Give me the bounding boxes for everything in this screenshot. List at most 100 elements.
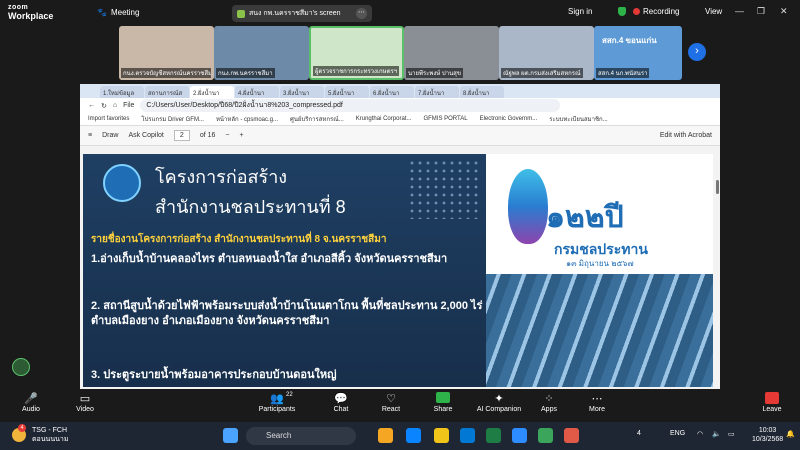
zoom-logo-bottom: Workplace (8, 11, 54, 21)
file-explorer-icon[interactable] (378, 428, 393, 443)
zoom-in-icon[interactable]: + (240, 132, 244, 139)
leave-button[interactable]: Leave (756, 392, 788, 413)
browser-tab-active[interactable]: 2.ฝั่งน้ำนา (190, 86, 234, 98)
participant-tile[interactable]: นายพีระพงษ์ ปานสุข (404, 26, 499, 80)
wifi-icon[interactable]: ◠ (697, 430, 703, 438)
favorite-link[interactable]: โปรแกรม Driver GFM... (141, 114, 204, 124)
more-options-icon[interactable]: ⋯ (356, 8, 367, 19)
shared-screen-pill[interactable]: สนง กพ.นครราชสีมา's screen ⋯ (232, 5, 372, 22)
chrome-icon[interactable] (564, 428, 579, 443)
url-field[interactable]: C:/Users/User/Desktop/ปี68/ปี2ฝั่งน้ำนา8… (140, 99, 561, 112)
annotate-pen-icon[interactable] (12, 358, 30, 376)
anniversary-date: ๑๓ มิถุนายน ๒๕๖๗ (566, 259, 634, 268)
favorite-link[interactable]: ศูนย์บริการสหกรณ์... (290, 114, 344, 124)
back-icon[interactable]: ← (88, 102, 95, 109)
ai-companion-label: AI Companion (476, 406, 522, 413)
audio-button[interactable]: 🎤 Audio (6, 392, 56, 413)
browser-tab[interactable]: 8.ฝั่งน้ำนา (460, 86, 504, 98)
home-icon[interactable]: ⌂ (113, 102, 117, 109)
language-indicator[interactable]: ENG (670, 430, 685, 437)
record-dot-icon (633, 8, 640, 15)
shield-icon (618, 7, 626, 16)
view-menu[interactable]: View (705, 7, 722, 16)
participant-tile[interactable]: สสก.4 ขอนแก่น สสก.4 นก.พนัสนรา (594, 26, 682, 80)
sparkle-icon: ✦ (494, 393, 504, 405)
slide-logo-panel: ๑๒๒ปี กรมชลประทาน ๑๓ มิถุนายน ๒๕๖๗ (486, 154, 713, 387)
volume-icon[interactable]: 🔈 (712, 430, 721, 438)
video-button[interactable]: ▭ Video (60, 392, 110, 413)
slide-content-panel: โครงการก่อสร้าง สำนักงานชลประทานที่ 8 รา… (83, 154, 486, 387)
recording-indicator[interactable]: Recording (618, 7, 679, 16)
zoom-app-icon[interactable] (512, 428, 527, 443)
taskbar-search[interactable]: Search (246, 427, 356, 445)
dot-pattern-decoration (408, 159, 478, 219)
favorite-link[interactable]: Import favorites (88, 116, 129, 122)
participant-name: ณัฐพล ผต.กรมส่งเสริมสหกรณ์ (501, 68, 583, 78)
favorite-link[interactable]: Electronic Governm... (480, 116, 538, 122)
apps-label: Apps (541, 406, 557, 413)
participant-tile[interactable]: ณัฐพล ผต.กรมส่งเสริมสหกรณ์ (499, 26, 594, 80)
ask-copilot-button[interactable]: Ask Copilot (128, 132, 163, 139)
browser-tab[interactable]: 4.ฝั่งน้ำนา (235, 86, 279, 98)
participant-tile[interactable]: กนง.ตรวจบัญชีสหกรณ์นครราชสีมา (119, 26, 214, 80)
participants-button[interactable]: 👥 22 Participants (252, 392, 302, 413)
gallery-next-button[interactable]: › (688, 43, 706, 61)
chat-button[interactable]: 💬 Chat (316, 392, 366, 413)
draw-button[interactable]: Draw (102, 132, 118, 139)
building-image (486, 274, 713, 387)
leave-icon (765, 392, 779, 404)
maximize-icon[interactable]: ❐ (757, 6, 765, 17)
participant-tile-active[interactable]: ผู้ตรวจราชการกระทรวงเกษตรฯ (309, 26, 404, 80)
notification-bell-icon[interactable]: 🔔 (786, 430, 795, 438)
folder-icon[interactable] (434, 428, 449, 443)
edit-with-acrobat-button[interactable]: Edit with Acrobat (660, 132, 712, 139)
edge-icon[interactable] (460, 428, 475, 443)
zoom-out-icon[interactable]: − (225, 132, 229, 139)
browser-tab[interactable]: 6.ฝั่งน้ำนา (370, 86, 414, 98)
close-icon[interactable]: ✕ (780, 6, 788, 17)
zoom-logo: zoom Workplace (8, 3, 53, 21)
copilot-icon[interactable] (406, 428, 421, 443)
favorite-link[interactable]: GFMIS PORTAL (423, 116, 467, 122)
meeting-tab[interactable]: 🐾 Meeting (97, 8, 139, 17)
project-item: 3. ประตูระบายน้ำพร้อมอาคารประกอบบ้านดอนใ… (91, 369, 337, 381)
more-button[interactable]: ⋯ More (572, 392, 622, 413)
ai-companion-button[interactable]: ✦ AI Companion (474, 392, 524, 413)
windows-start-icon[interactable] (223, 428, 238, 443)
pdf-scrollbar[interactable] (716, 180, 719, 194)
battery-icon[interactable]: ▭ (728, 430, 735, 438)
minimize-icon[interactable]: — (735, 6, 744, 16)
participant-name: สสก.4 นก.พนัสนรา (596, 68, 650, 78)
shared-browser-window: 1.ใหม่ข้อมูล สถานการณ์ส 2.ฝั่งน้ำนา 4.ฝั… (80, 84, 720, 389)
favorite-link[interactable]: ระบบทะเบียนสมาชิก... (549, 114, 607, 124)
page-number-input[interactable]: 2 (173, 130, 190, 141)
excel-icon[interactable] (486, 428, 501, 443)
meeting-controls: 🎤 Audio ▭ Video 👥 22 Participants 💬 Chat… (0, 389, 800, 422)
water-drop-logo (508, 169, 548, 244)
menu-icon[interactable]: ≡ (88, 132, 92, 139)
more-label: More (589, 406, 605, 413)
react-button[interactable]: ♡ React (366, 392, 416, 413)
shared-screen-label: สนง กพ.นครราชสีมา's screen (249, 10, 341, 17)
weather-widget[interactable]: TSG - FCH ตอนนนนาม (32, 426, 68, 444)
taskbar-clock[interactable]: 10:03 10/3/2568 (752, 426, 783, 444)
slide-subtitle: รายชื่องานโครงการก่อสร้าง สำนักงานชลประท… (91, 234, 387, 245)
recording-label: Recording (643, 7, 680, 16)
participant-name: นายพีระพงษ์ ปานสุข (406, 68, 463, 78)
apps-button[interactable]: ⁘ Apps (524, 392, 574, 413)
browser-tab[interactable]: สถานการณ์ส (145, 86, 189, 98)
refresh-icon[interactable]: ↻ (101, 102, 107, 110)
audio-label: Audio (22, 406, 40, 413)
browser-tab[interactable]: 3.ฝั่งน้ำนา (280, 86, 324, 98)
favorite-link[interactable]: Krungthai Corporat... (356, 116, 412, 122)
browser-tab[interactable]: 1.ใหม่ข้อมูล (100, 86, 144, 98)
sign-in-link[interactable]: Sign in (568, 7, 592, 16)
browser-app-icon[interactable] (538, 428, 553, 443)
browser-tab[interactable]: 5.ฝั่งน้ำนา (325, 86, 369, 98)
screen-share-icon (237, 9, 245, 18)
favorite-link[interactable]: หน้าหลัก - cpsmoac.g... (216, 114, 278, 124)
browser-tab[interactable]: 7.ฝั่งน้ำนา (415, 86, 459, 98)
browser-tab-strip: 1.ใหม่ข้อมูล สถานการณ์ส 2.ฝั่งน้ำนา 4.ฝั… (80, 84, 720, 98)
share-button[interactable]: Share (418, 392, 468, 413)
participant-tile[interactable]: กนง.กพ.นครราชสีมา (214, 26, 309, 80)
